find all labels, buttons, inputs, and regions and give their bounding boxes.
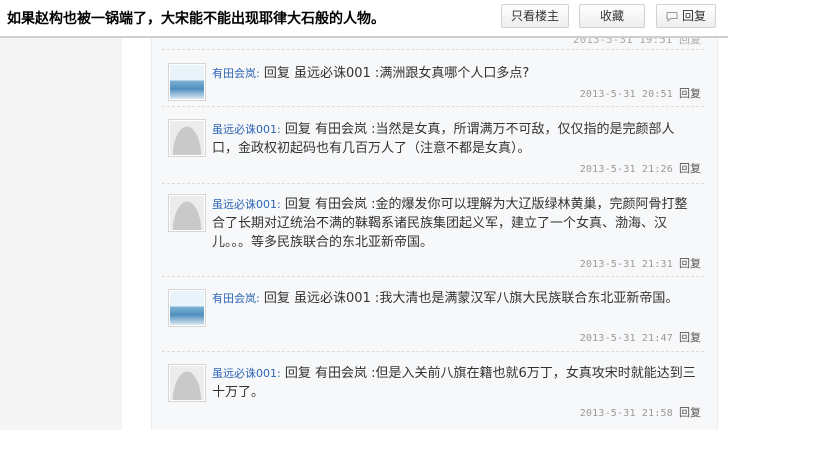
thread-header: 如果赵构也被一锅端了，大宋能不能出现耶律大石般的人物。 只看楼主 收藏 回复 <box>0 0 728 38</box>
avatar[interactable] <box>168 194 206 232</box>
avatar[interactable] <box>168 119 206 157</box>
left-column <box>0 38 122 430</box>
divider <box>162 351 704 352</box>
divider <box>162 183 704 184</box>
only-op-button[interactable]: 只看楼主 <box>501 4 569 28</box>
reply-button[interactable]: 回复 <box>656 4 716 28</box>
comment-time: 2013-5-31 21:26 <box>579 164 673 175</box>
comment-text: 回复 有田会岚 :当然是女真，所谓满万不可敌，仅仅指的是完颜部人口，金政权初起码… <box>212 122 675 156</box>
avatar[interactable] <box>168 63 206 101</box>
thread-title: 如果赵构也被一锅端了，大宋能不能出现耶律大石般的人物。 <box>7 11 385 27</box>
comment-reply-link[interactable]: 回复 <box>679 162 701 175</box>
comment-username[interactable]: 虽远必诛001 <box>212 367 277 380</box>
divider <box>162 276 704 277</box>
comment-time: 2013-5-31 20:51 <box>579 89 673 100</box>
comment-username[interactable]: 虽远必诛001 <box>212 123 277 136</box>
comment-reply-link[interactable]: 回复 <box>679 331 701 344</box>
comment-reply-link[interactable]: 回复 <box>679 87 701 100</box>
comment-text: 回复 虽远必诛001 :满洲跟女真哪个人口多点? <box>263 66 530 81</box>
comment-username[interactable]: 有田会岚 <box>212 67 256 80</box>
reply-button-label: 回复 <box>681 9 706 23</box>
avatar[interactable] <box>168 364 206 402</box>
avatar[interactable] <box>168 289 206 327</box>
divider <box>162 49 704 50</box>
comment-time: 2013-5-31 21:31 <box>579 259 673 270</box>
comment-time: 2013-5-31 21:47 <box>579 333 673 344</box>
comment-text: 回复 有田会岚 :但是入关前八旗在籍也就6万丁，女真攻宋时就能达到三十万了。 <box>212 366 696 400</box>
comment-reply-link[interactable]: 回复 <box>679 257 701 270</box>
divider <box>162 106 704 107</box>
comment-icon <box>666 7 678 29</box>
comment-list: 2013-5-31 19:51 回复 有田会岚: 回复 虽远必诛001 :满洲跟… <box>151 30 718 430</box>
comment-time: 2013-5-31 21:58 <box>579 408 673 419</box>
favorite-button[interactable]: 收藏 <box>579 4 645 28</box>
comment-text: 回复 有田会岚 :金的爆发你可以理解为大辽版绿林黄巢，完颜阿骨打整合了长期对辽统… <box>212 197 688 250</box>
comment-username[interactable]: 虽远必诛001 <box>212 198 277 211</box>
comment-reply-link[interactable]: 回复 <box>679 406 701 419</box>
comment-text: 回复 虽远必诛001 :我大清也是满蒙汉军八旗大民族联合东北亚新帝国。 <box>263 291 679 306</box>
comment-username[interactable]: 有田会岚 <box>212 292 256 305</box>
